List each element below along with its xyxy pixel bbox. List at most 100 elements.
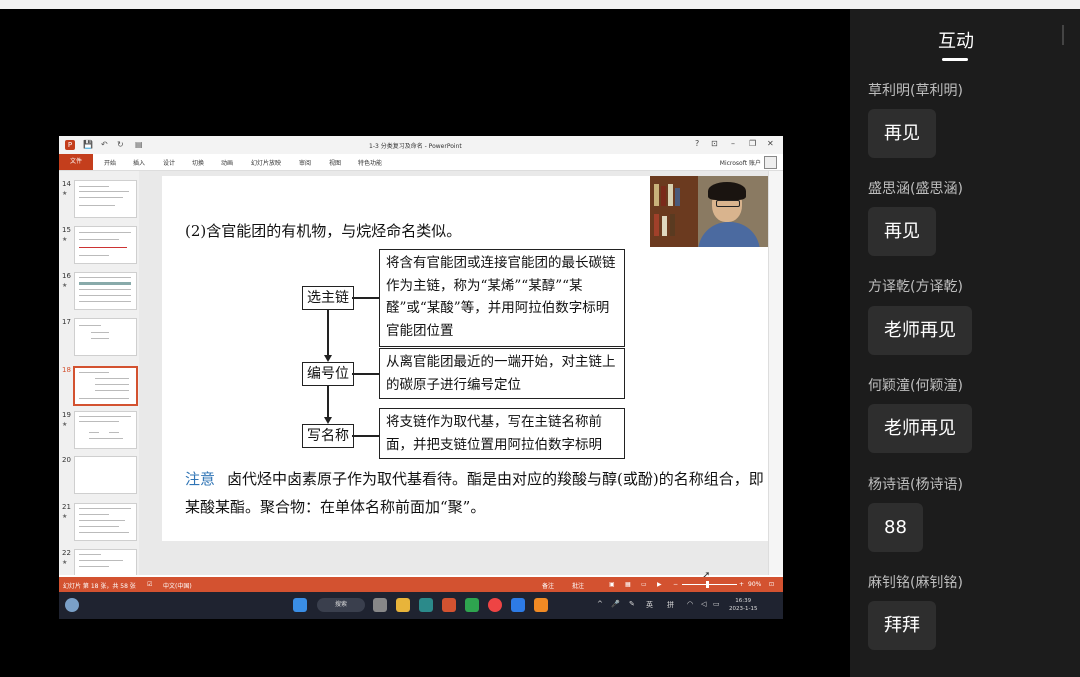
app-icon[interactable] bbox=[419, 598, 433, 612]
chat-message-bubble: 再见 bbox=[868, 207, 936, 256]
ribbon-tabs: 文件 开始 插入 设计 切换 动画 幻灯片放映 审阅 视图 特色功能 Micro… bbox=[59, 154, 783, 171]
thumbnail-item[interactable]: 15 ★ bbox=[59, 226, 139, 266]
slide-heading: (2)含官能团的有机物，与烷烃命名类似。 bbox=[185, 222, 462, 240]
normal-view-icon[interactable]: ▣ bbox=[609, 581, 615, 588]
fit-slide-icon[interactable]: ⊡ bbox=[769, 581, 774, 588]
thumbnail-preview[interactable] bbox=[74, 456, 137, 494]
presentation-start-icon[interactable]: ▤ bbox=[135, 140, 143, 150]
zoom-out-icon[interactable]: − bbox=[673, 581, 678, 588]
thumbnail-preview[interactable] bbox=[74, 318, 137, 356]
note-keyword: 注意 bbox=[185, 470, 216, 488]
step-box-select-chain: 选主链 bbox=[302, 286, 354, 310]
connector bbox=[352, 373, 379, 375]
animation-star-icon: ★ bbox=[62, 282, 68, 289]
zoom-slider-handle[interactable] bbox=[706, 581, 709, 588]
wechat-icon[interactable] bbox=[465, 598, 479, 612]
zoom-in-icon[interactable]: + bbox=[739, 581, 744, 588]
zoom-slider[interactable] bbox=[682, 584, 737, 585]
taskbar-search[interactable]: 搜索 bbox=[317, 598, 365, 612]
start-menu-icon[interactable] bbox=[293, 598, 307, 612]
vertical-scrollbar[interactable] bbox=[768, 171, 783, 575]
tab-animations[interactable]: 动画 bbox=[221, 158, 233, 167]
thumbnail-item[interactable]: 16 ★ bbox=[59, 272, 139, 312]
slideshow-icon[interactable]: ▶ bbox=[657, 581, 662, 588]
thumbnail-preview[interactable] bbox=[74, 272, 137, 310]
account-avatar-icon[interactable] bbox=[764, 156, 777, 169]
pen-icon[interactable]: ✎ bbox=[629, 600, 635, 608]
tray-chevron-icon[interactable]: ^ bbox=[597, 600, 603, 608]
slide-sorter-icon[interactable]: ▦ bbox=[625, 581, 631, 588]
tab-review[interactable]: 审阅 bbox=[299, 158, 311, 167]
thumbnail-preview[interactable] bbox=[74, 180, 137, 218]
minimize-icon[interactable]: – bbox=[731, 139, 735, 148]
thumbnail-item[interactable]: 18 bbox=[59, 366, 139, 406]
teacher-webcam-video bbox=[650, 176, 778, 247]
save-icon[interactable]: 💾 bbox=[83, 140, 93, 150]
redo-icon[interactable]: ↻ bbox=[117, 140, 124, 150]
file-explorer-icon[interactable] bbox=[396, 598, 410, 612]
microphone-icon[interactable]: 🎤 bbox=[611, 600, 620, 608]
thumbnail-item[interactable]: 14 ★ bbox=[59, 180, 139, 220]
ribbon-display-icon[interactable]: ⊡ bbox=[711, 139, 718, 148]
powerpoint-logo-icon: P bbox=[65, 140, 75, 150]
taskbar-clock[interactable]: 16:39 2023-1-15 bbox=[729, 597, 757, 613]
slide-editing-area[interactable]: (2)含官能团的有机物，与烷烃命名类似。 选主链 将含有官能团或连接官能团的最长… bbox=[139, 171, 778, 581]
spellcheck-icon[interactable]: ☑ bbox=[147, 581, 152, 588]
task-view-icon[interactable] bbox=[373, 598, 387, 612]
wifi-icon[interactable]: ◠ bbox=[687, 600, 693, 608]
thumbnail-item[interactable]: 21 ★ bbox=[59, 503, 139, 543]
animation-star-icon: ★ bbox=[62, 559, 68, 566]
help-icon[interactable]: ? bbox=[695, 139, 699, 148]
thumbnail-preview[interactable] bbox=[74, 226, 137, 264]
tab-design[interactable]: 设计 bbox=[163, 158, 175, 167]
volume-icon[interactable]: ◁ bbox=[701, 600, 706, 608]
powerpoint-window: P 💾 ↶ ↻ ▤ 1-3 分类复习及命名 - PowerPoint ? ⊡ –… bbox=[59, 136, 783, 619]
active-tab-indicator bbox=[942, 58, 968, 61]
comments-button[interactable]: 批注 bbox=[572, 581, 584, 590]
notes-button[interactable]: 备注 bbox=[542, 581, 554, 590]
tab-slideshow[interactable]: 幻灯片放映 bbox=[251, 158, 281, 167]
thumbnail-item[interactable]: 22 ★ bbox=[59, 549, 139, 575]
tab-home[interactable]: 开始 bbox=[104, 158, 116, 167]
slide-canvas[interactable]: (2)含官能团的有机物，与烷烃命名类似。 选主链 将含有官能团或连接官能团的最长… bbox=[162, 176, 778, 581]
tab-file[interactable]: 文件 bbox=[59, 154, 93, 170]
tab-insert[interactable]: 插入 bbox=[133, 158, 145, 167]
account-label[interactable]: Microsoft 账户 bbox=[720, 158, 761, 167]
classroom-app-icon[interactable] bbox=[511, 598, 525, 612]
restore-icon[interactable]: ❐ bbox=[749, 139, 756, 148]
zoom-level[interactable]: 90% bbox=[748, 581, 761, 588]
thumbnail-item[interactable]: 20 bbox=[59, 456, 139, 496]
top-strip bbox=[0, 0, 1080, 9]
chrome-icon[interactable] bbox=[488, 598, 502, 612]
thumbnail-item[interactable]: 17 bbox=[59, 318, 139, 358]
slide-note: 注意 卤代烃中卤素原子作为取代基看待。酯是由对应的羧酸与醇(或酚)的名称组合，即某… bbox=[185, 465, 765, 521]
close-icon[interactable]: ✕ bbox=[767, 139, 774, 148]
thumbnail-number: 15 bbox=[62, 226, 71, 234]
panel-title-tab[interactable]: 互动 bbox=[938, 27, 974, 53]
chat-message-bubble: 再见 bbox=[868, 109, 936, 158]
notes-app-icon[interactable] bbox=[534, 598, 548, 612]
tab-view[interactable]: 视图 bbox=[329, 158, 341, 167]
thumbnail-preview[interactable] bbox=[74, 411, 137, 449]
undo-icon[interactable]: ↶ bbox=[101, 140, 108, 150]
ime-mode[interactable]: 拼 bbox=[667, 600, 674, 610]
battery-icon[interactable]: ▭ bbox=[713, 600, 720, 608]
thumbnail-number: 17 bbox=[62, 318, 71, 326]
thumbnail-number: 22 bbox=[62, 549, 71, 557]
ime-language[interactable]: 英 bbox=[646, 600, 653, 610]
reading-view-icon[interactable]: ▭ bbox=[641, 581, 647, 588]
weather-icon[interactable] bbox=[65, 598, 79, 612]
slide-thumbnail-pane[interactable]: 14 ★ 15 ★ 16 ★ 17 18 19 ★ 20 21 ★ 22 ★ bbox=[59, 171, 139, 575]
connector bbox=[327, 385, 329, 420]
thumbnail-preview[interactable] bbox=[74, 549, 137, 575]
tab-special[interactable]: 特色功能 bbox=[358, 158, 382, 167]
thumbnail-preview-active[interactable] bbox=[73, 366, 138, 406]
tab-transitions[interactable]: 切换 bbox=[192, 158, 204, 167]
chat-message-bubble: 老师再见 bbox=[868, 404, 972, 453]
desc-box-write-name: 将支链作为取代基，写在主链名称前面，并把支链位置用阿拉伯数字标明 bbox=[379, 408, 625, 459]
thumbnail-item[interactable]: 19 ★ bbox=[59, 411, 139, 451]
powerpoint-taskbar-icon[interactable] bbox=[442, 598, 456, 612]
chat-message-bubble: 88 bbox=[868, 503, 923, 552]
thumbnail-preview[interactable] bbox=[74, 503, 137, 541]
language-status[interactable]: 中文(中国) bbox=[163, 581, 192, 590]
